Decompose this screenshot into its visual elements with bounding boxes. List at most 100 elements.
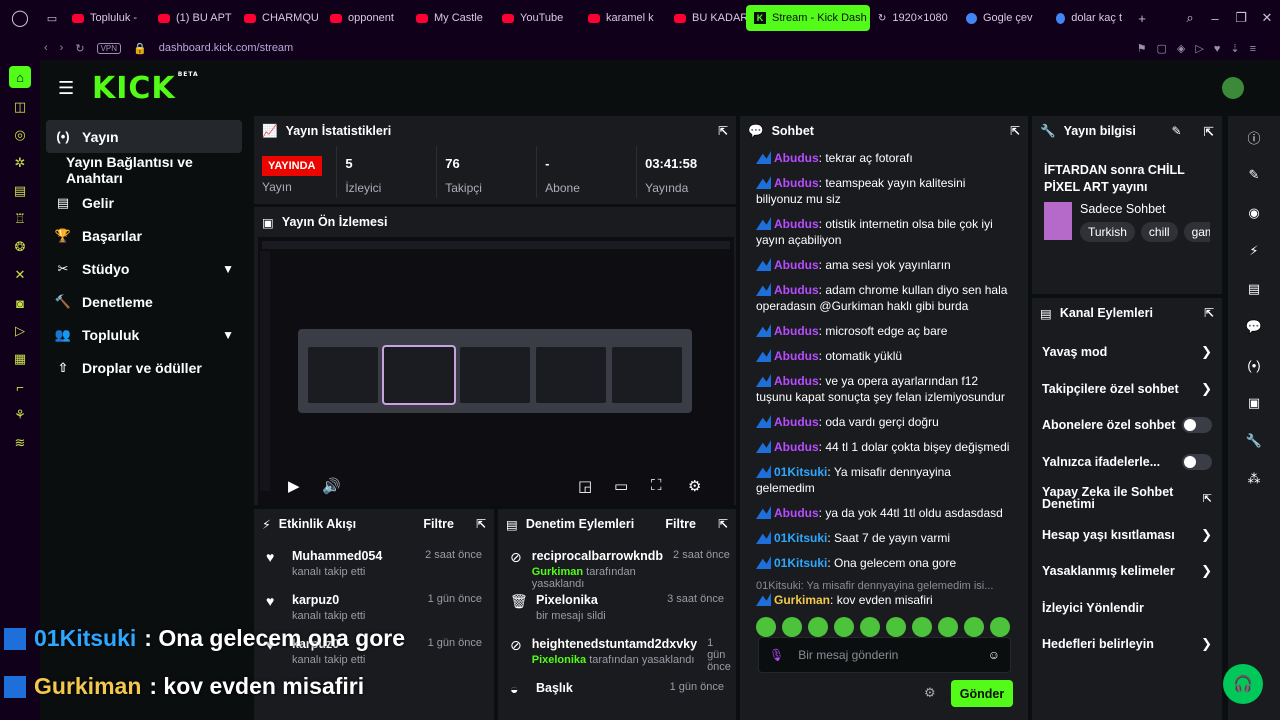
chat-username[interactable]: Abudus bbox=[774, 440, 819, 454]
close-window-button[interactable]: ✕ bbox=[1254, 10, 1280, 26]
player-icon[interactable]: ▷ bbox=[11, 322, 29, 340]
broadcast-icon[interactable]: (•) bbox=[1245, 356, 1263, 374]
chat-message[interactable]: Abudus: teamspeak yayın kalitesini biliy… bbox=[756, 175, 1012, 207]
discord-icon[interactable]: ◙ bbox=[11, 294, 29, 312]
back-icon[interactable]: ‹ bbox=[44, 42, 48, 54]
chat-message[interactable]: Abudus: oda vardı gerçi doğru bbox=[756, 414, 1012, 430]
whatsapp-icon[interactable]: ◎ bbox=[11, 126, 29, 144]
chat-message[interactable]: Abudus: otomatik yüklü bbox=[756, 348, 1012, 364]
channel-action-item[interactable]: Yavaş mod ❯ bbox=[1032, 334, 1222, 371]
document-icon[interactable]: ▤ bbox=[1245, 280, 1263, 298]
channel-action-item[interactable]: Yapay Zeka ile Sohbet Denetimi ⇱ bbox=[1032, 480, 1222, 517]
maximize-button[interactable]: ❐ bbox=[1228, 10, 1254, 26]
tab-karamel[interactable]: karamel k bbox=[580, 5, 666, 31]
list-item[interactable]: ♥ Muhammed054 kanalı takip etti 2 saat önce bbox=[254, 539, 494, 583]
chat-message[interactable]: Abudus: ama sesi yok yayınların bbox=[756, 257, 1012, 273]
menu-icon[interactable]: ☰ bbox=[58, 78, 78, 99]
chat-username[interactable]: 01Kitsuki bbox=[774, 556, 827, 570]
chat-bubble-icon[interactable]: 💬 bbox=[1245, 318, 1263, 336]
x-icon[interactable]: ✕ bbox=[11, 266, 29, 284]
filter-button[interactable]: Filtre bbox=[423, 517, 454, 531]
nav-item-basarilar[interactable]: 🏆 Başarılar bbox=[46, 219, 242, 252]
chat-username[interactable]: Abudus bbox=[774, 176, 819, 190]
tab-youtube[interactable]: YouTube bbox=[494, 5, 580, 31]
home-icon[interactable]: ⌂ bbox=[9, 66, 31, 88]
toggle-switch[interactable] bbox=[1182, 417, 1212, 434]
chat-username[interactable]: Abudus bbox=[774, 374, 819, 388]
news-icon[interactable]: ▤ bbox=[11, 182, 29, 200]
gamepad-icon[interactable]: ◫ bbox=[11, 98, 29, 116]
list-item[interactable]: ♥ karpuz0 kanalı takip etti 1 gün önce bbox=[254, 583, 494, 627]
channel-action-item[interactable]: Hesap yaşı kısıtlaması ❯ bbox=[1032, 517, 1222, 554]
chat-message[interactable]: Abudus: ya da yok 44tl 1tl oldu asdasdas… bbox=[756, 505, 1012, 521]
tab-google-translate[interactable]: Gogle çev bbox=[958, 5, 1048, 31]
popout-icon[interactable]: ⇱ bbox=[1010, 124, 1020, 138]
emoji-icon[interactable]: ☺ bbox=[988, 648, 1000, 662]
emote-icon[interactable] bbox=[808, 617, 828, 637]
avatar[interactable] bbox=[1222, 77, 1244, 99]
emote-icon[interactable] bbox=[912, 617, 932, 637]
stream-preview-video[interactable]: ▶ 🔊 ◲ ▭ ⛶ ⚙ bbox=[258, 237, 734, 505]
emote-icon[interactable] bbox=[964, 617, 984, 637]
emote-icon[interactable] bbox=[990, 617, 1010, 637]
gun-icon[interactable]: ⌐ bbox=[11, 378, 29, 396]
chat-username[interactable]: 01Kitsuki bbox=[774, 465, 827, 479]
emote-icon[interactable] bbox=[860, 617, 880, 637]
tab-resolution[interactable]: ↻ 1920×1080 bbox=[870, 5, 958, 31]
chatgpt-icon[interactable]: ❂ bbox=[11, 238, 29, 256]
bolt-icon[interactable]: ⚡ bbox=[1245, 242, 1263, 260]
nav-item-studyo[interactable]: ✂ Stüdyo ▼ bbox=[46, 252, 242, 285]
edit-icon[interactable]: ✎ bbox=[1245, 166, 1263, 184]
send-button[interactable]: Gönder bbox=[951, 680, 1013, 707]
emote-icon[interactable] bbox=[886, 617, 906, 637]
workspaces-icon[interactable]: ▭ bbox=[40, 12, 64, 25]
chat-username[interactable]: Abudus bbox=[774, 151, 819, 165]
support-button[interactable]: 🎧 bbox=[1223, 664, 1263, 704]
tab-opponent[interactable]: opponent bbox=[322, 5, 408, 31]
channel-action-item[interactable]: İzleyici Yönlendir bbox=[1032, 590, 1222, 627]
chat-username[interactable]: Abudus bbox=[774, 415, 819, 429]
reload-icon[interactable]: ↻ bbox=[75, 42, 84, 55]
opera-logo-icon[interactable]: ◯ bbox=[0, 8, 40, 28]
popout-icon[interactable]: ⇱ bbox=[718, 517, 728, 531]
fullscreen-icon[interactable]: ⛶ bbox=[651, 477, 662, 494]
chat-message[interactable]: Abudus: tekrar aç fotorafı bbox=[756, 150, 1012, 166]
chat-username[interactable]: Abudus bbox=[774, 349, 819, 363]
chat-message[interactable]: Abudus: adam chrome kullan diyo sen hala… bbox=[756, 282, 1012, 314]
chat-message[interactable]: Abudus: ve ya opera ayarlarından f12 tuş… bbox=[756, 373, 1012, 405]
chat-message-input[interactable]: 🎙 Bir mesaj gönderin ☺ bbox=[758, 637, 1011, 673]
popout-icon[interactable]: ⇱ bbox=[1204, 124, 1214, 139]
chat-message[interactable]: 01Kitsuki: Ona gelecem ona gore bbox=[756, 555, 1012, 571]
chat-message[interactable]: 01Kitsuki: Ya misafir dennyayina gelemed… bbox=[756, 464, 1012, 496]
chat-username[interactable]: Abudus bbox=[774, 283, 819, 297]
alien-icon[interactable]: ✲ bbox=[11, 154, 29, 172]
camera-icon[interactable]: ◉ bbox=[1245, 204, 1263, 222]
volume-icon[interactable]: 🔊 bbox=[322, 477, 341, 495]
nav-item-gelir[interactable]: ▤ Gelir bbox=[46, 186, 242, 219]
chat-message[interactable]: Abudus: microsoft edge aç bare bbox=[756, 323, 1012, 339]
chat-message[interactable]: Gurkiman: kov evden misafiri bbox=[756, 592, 1012, 608]
chat-message[interactable]: Abudus: 44 tl 1 dolar çokta bişey değişm… bbox=[756, 439, 1012, 455]
minimize-button[interactable]: – bbox=[1202, 11, 1228, 26]
chat-message[interactable]: 01Kitsuki: Saat 7 de yayın varmi bbox=[756, 530, 1012, 546]
share-icon[interactable]: ⁂ bbox=[1245, 470, 1263, 488]
chat-username[interactable]: Abudus bbox=[774, 324, 819, 338]
chat-message[interactable]: Abudus: otistik internetin olsa bile çok… bbox=[756, 216, 1012, 248]
tab-charmqu[interactable]: CHARMQU bbox=[236, 5, 322, 31]
channel-action-item[interactable]: Hedefleri belirleyin ❯ bbox=[1032, 626, 1222, 663]
filter-button[interactable]: Filtre bbox=[665, 517, 696, 531]
emote-icon[interactable] bbox=[782, 617, 802, 637]
nav-item-stream-key[interactable]: Yayın Bağlantısı ve Anahtarı bbox=[46, 153, 242, 186]
search-tabs-icon[interactable]: ⌕ bbox=[1178, 10, 1202, 26]
tab-topluluk[interactable]: Topluluk - bbox=[64, 5, 150, 31]
apps-icon[interactable]: ▦ bbox=[11, 350, 29, 368]
channel-action-item[interactable]: Abonelere özel sohbet bbox=[1032, 407, 1222, 444]
theater-icon[interactable]: ▭ bbox=[614, 477, 628, 495]
microphone-icon[interactable]: 🎙 bbox=[769, 648, 784, 662]
extensions-icons[interactable]: ⚑▢◈▷♥⇣≡ bbox=[1137, 42, 1266, 55]
new-tab-button[interactable]: + bbox=[1130, 11, 1154, 26]
popout-icon[interactable]: ⇱ bbox=[1204, 306, 1214, 320]
tab-my-castle[interactable]: My Castle bbox=[408, 5, 494, 31]
forward-icon[interactable]: › bbox=[60, 42, 64, 54]
chat-username[interactable]: Abudus bbox=[774, 217, 819, 231]
